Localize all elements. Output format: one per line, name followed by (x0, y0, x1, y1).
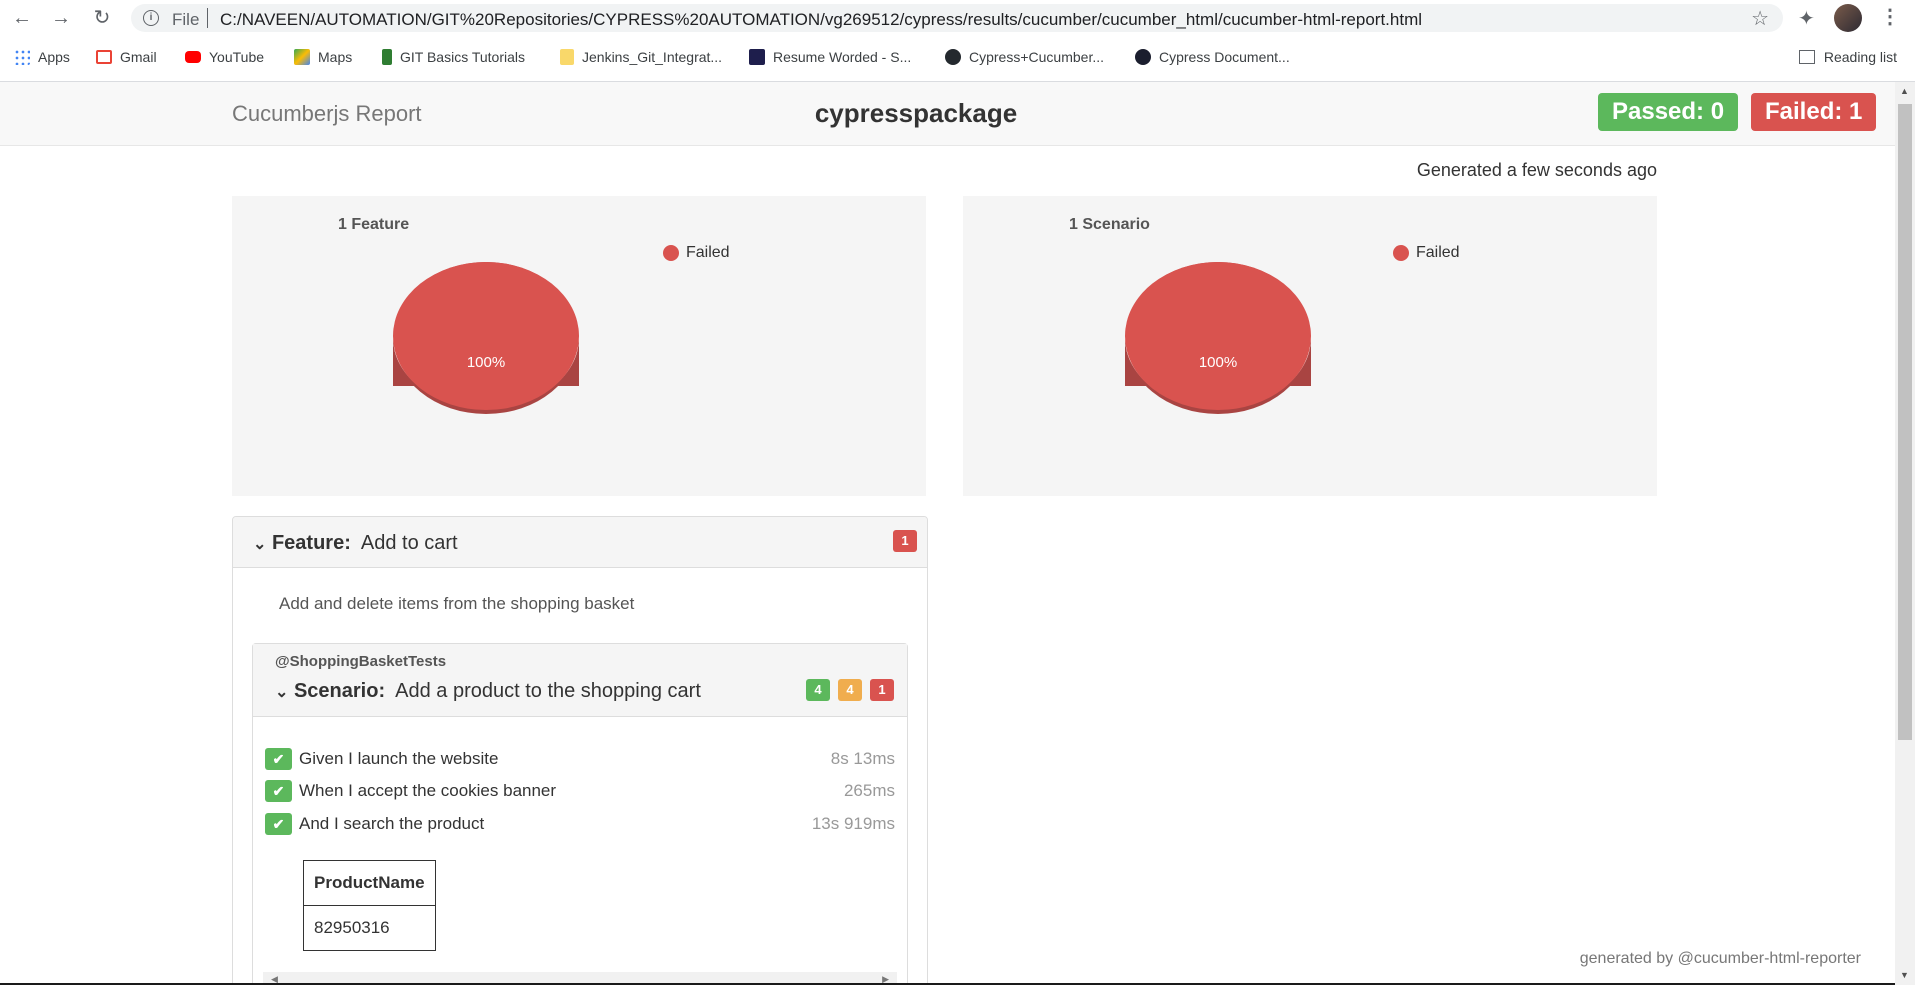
page-scrollbar[interactable]: ▲ ▼ (1895, 82, 1915, 985)
bookmark-label: Apps (38, 49, 70, 65)
feature-title: ⌄ Feature: Add to cart (253, 532, 458, 555)
profile-avatar[interactable] (1834, 4, 1862, 32)
reading-list-icon (1798, 50, 1815, 64)
extensions-icon[interactable]: ✦ (1798, 6, 1815, 31)
scenario-header[interactable]: @ShoppingBasketTests ⌄ Scenario: Add a pr… (253, 644, 907, 717)
pie-slice-failed[interactable] (393, 262, 579, 410)
feature-header[interactable]: ⌄ Feature: Add to cart 1 (233, 517, 927, 568)
site-info-icon[interactable]: i (143, 10, 159, 26)
step-duration: 265ms (843, 781, 895, 800)
check-icon: ✔ (265, 748, 292, 770)
bookmark-cypress-docs[interactable]: Cypress Document... (1135, 44, 1290, 70)
browser-menu-icon[interactable]: ⋮ (1880, 4, 1900, 29)
bookmark-apps[interactable]: Apps (14, 44, 70, 70)
github-icon (945, 49, 961, 65)
features-chart-panel: 1 Feature Failed 100% (232, 196, 926, 496)
back-icon[interactable]: ← (11, 7, 33, 29)
reading-list[interactable]: Reading list (1798, 44, 1897, 70)
scrollbar-thumb[interactable] (1898, 104, 1912, 740)
feature-name: Add to cart (360, 532, 458, 554)
bookmark-label: YouTube (209, 49, 265, 65)
bookmarks-bar: Apps Gmail YouTube Maps GIT Basics Tutor… (0, 44, 1915, 70)
url-text[interactable]: C:/NAVEEN/AUTOMATION/GIT%20Repositories/… (220, 10, 1422, 30)
scenario-keyword: Scenario: (293, 680, 386, 702)
bookmark-label: Jenkins_Git_Integrat... (582, 49, 723, 65)
footer-credit: generated by @cucumber-html-reporter (1579, 950, 1861, 967)
failed-steps-count: 1 (870, 679, 894, 701)
browser-chrome: ← → ↻ i File C:/NAVEEN/AUTOMATION/GIT%20… (0, 0, 1915, 82)
check-icon: ✔ (265, 780, 292, 802)
scenario-tag: @ShoppingBasketTests (275, 653, 447, 670)
features-pie-chart[interactable]: 100% (232, 196, 926, 496)
generated-time: Generated a few seconds ago (1416, 160, 1657, 180)
feature-description: Add and delete items from the shopping b… (279, 594, 635, 613)
resume-worded-icon (749, 49, 765, 65)
apps-grid-icon (14, 49, 30, 65)
step-duration: 13s 919ms (811, 814, 895, 833)
chevron-down-icon[interactable]: ⌄ (253, 536, 266, 553)
feature-failed-count: 1 (893, 530, 917, 552)
bookmark-cypress-cucumber[interactable]: Cypress+Cucumber... (945, 44, 1104, 70)
step-duration: 8s 13ms (830, 749, 895, 768)
url-separator (207, 8, 208, 28)
cypress-icon (1135, 49, 1151, 65)
bookmark-maps[interactable]: Maps (294, 44, 352, 70)
step-row: ✔ Given I launch the website 8s 13ms (265, 746, 895, 772)
passed-badge: Passed: 0 (1598, 93, 1739, 131)
step-data-table: ProductName 82950316 (303, 860, 436, 951)
package-name: cypresspackage (814, 98, 1018, 128)
forward-icon[interactable]: → (50, 7, 72, 29)
scenario-card: @ShoppingBasketTests ⌄ Scenario: Add a pr… (252, 643, 908, 985)
bookmark-star-icon[interactable]: ☆ (1751, 6, 1769, 31)
pie-slice-label: 100% (1199, 354, 1237, 371)
youtube-icon (185, 51, 201, 63)
gmail-icon (96, 50, 112, 64)
bookmark-git-basics[interactable]: GIT Basics Tutorials (382, 44, 525, 70)
reading-list-label: Reading list (1823, 49, 1897, 65)
report-navbar: Cucumberjs Report cypresspackage Passed:… (0, 82, 1895, 146)
passed-steps-count: 4 (806, 679, 830, 701)
url-scheme: File (172, 10, 200, 29)
bookmark-label: Gmail (120, 49, 157, 65)
pie-slice-label: 100% (467, 354, 505, 371)
feature-card: ⌄ Feature: Add to cart 1 Add and delete i… (232, 516, 928, 985)
pie-slice-failed[interactable] (1125, 262, 1311, 410)
step-row: ✔ And I search the product 13s 919ms (265, 811, 895, 837)
scenario-title: ⌄ Scenario: Add a product to the shopping… (275, 680, 701, 703)
bookmark-label: Maps (318, 49, 353, 65)
maps-icon (294, 49, 310, 65)
step-text: When I accept the cookies banner (299, 781, 557, 800)
scenarios-pie-chart[interactable]: 100% (963, 196, 1657, 496)
bookmark-label: Cypress Document... (1159, 49, 1290, 65)
scroll-up-icon[interactable]: ▲ (1900, 86, 1909, 96)
bookmark-resume-worded[interactable]: Resume Worded - S... (749, 44, 911, 70)
failed-badge: Failed: 1 (1751, 93, 1877, 131)
bookmark-jenkins[interactable]: Jenkins_Git_Integrat... (560, 44, 722, 70)
report-page: Cucumberjs Report cypresspackage Passed:… (0, 82, 1895, 985)
scroll-down-icon[interactable]: ▼ (1900, 970, 1909, 980)
bookmark-gmail[interactable]: Gmail (96, 44, 157, 70)
bookmark-label: GIT Basics Tutorials (400, 49, 526, 65)
bookmark-youtube[interactable]: YouTube (185, 44, 264, 70)
table-cell: 82950316 (303, 905, 436, 951)
step-text: Given I launch the website (299, 749, 499, 768)
scenario-name: Add a product to the shopping cart (395, 680, 701, 702)
step-row: ✔ When I accept the cookies banner 265ms (265, 778, 895, 804)
address-bar[interactable]: i File C:/NAVEEN/AUTOMATION/GIT%20Reposi… (131, 4, 1783, 32)
check-icon: ✔ (265, 813, 292, 835)
folder-icon (560, 49, 574, 65)
table-header-cell: ProductName (303, 860, 436, 906)
bookmark-label: Cypress+Cucumber... (969, 49, 1104, 65)
step-text: And I search the product (299, 814, 485, 833)
git-tutorial-icon (382, 49, 392, 65)
scenarios-chart-panel: 1 Scenario Failed 100% (963, 196, 1657, 496)
feature-keyword: Feature: (271, 532, 351, 554)
skipped-steps-count: 4 (838, 679, 862, 701)
reload-icon[interactable]: ↻ (91, 7, 113, 29)
bookmark-label: Resume Worded - S... (773, 49, 912, 65)
chevron-down-icon[interactable]: ⌄ (275, 684, 288, 701)
